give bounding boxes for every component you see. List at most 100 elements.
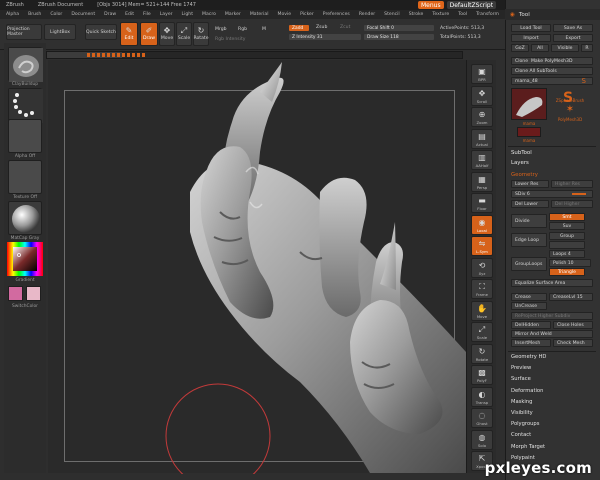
del-higher-button[interactable]: Del Higher (551, 200, 593, 208)
subpalette-preview[interactable]: Preview (511, 365, 595, 376)
layers-section[interactable]: Layers (511, 160, 529, 166)
edge-loop-option[interactable] (549, 241, 585, 249)
menu-edit[interactable]: Edit (125, 12, 134, 17)
lightbox-button[interactable]: LightBox (44, 24, 76, 40)
menu-material[interactable]: Material (250, 12, 269, 17)
menu-alpha[interactable]: Alpha (6, 12, 19, 17)
tool-thumb-hand[interactable] (511, 88, 547, 120)
floor-button[interactable]: ▬ Floor (471, 193, 493, 213)
mrgb-toggle[interactable]: Mrgb (215, 27, 227, 32)
subpalette-contact[interactable]: Contact (511, 432, 595, 443)
switchcolor-caption[interactable]: SwitchColor (4, 304, 46, 309)
zcut-toggle[interactable]: Zcut (340, 25, 350, 30)
secondary-color-swatch[interactable] (26, 286, 41, 301)
bpr-button[interactable]: ▣ BPR (471, 64, 493, 84)
tool-thumb-polymesh[interactable]: ✶ (556, 104, 584, 116)
import-button[interactable]: Import (511, 34, 551, 42)
subpalette-polygroups[interactable]: Polygroups (511, 421, 595, 432)
subtool-section[interactable]: SubTool (511, 150, 532, 156)
persp-button[interactable]: ▦ Persp (471, 171, 493, 192)
scale-button[interactable]: ⤢ Scale (471, 322, 493, 342)
scroll-button[interactable]: ✥ Scroll (471, 85, 493, 106)
clone-all-subtools-button[interactable]: Clone All SubTools (511, 67, 593, 75)
close-holes-button[interactable]: Close Holes (553, 321, 593, 329)
color-picker[interactable] (7, 242, 43, 276)
stroke-thumbnail[interactable] (8, 88, 43, 123)
subpalette-surface[interactable]: Surface (511, 376, 595, 387)
rgb-toggle[interactable]: Rgb (238, 27, 247, 32)
rgb-intensity-slider[interactable]: Rgb Intensity (215, 37, 245, 42)
menu-brush[interactable]: Brush (28, 12, 41, 17)
ghost-button[interactable]: ◌ Ghost (471, 408, 493, 428)
polish-slider[interactable]: Polish 10 (549, 259, 591, 267)
menu-texture[interactable]: Texture (432, 12, 449, 17)
current-tool-slider[interactable]: mama_48 S (511, 77, 593, 85)
material-thumbnail[interactable] (8, 201, 42, 235)
aahalf-button[interactable]: ▥ AAHalf (471, 150, 493, 170)
draw-size-slider[interactable]: Draw Size 118 (364, 34, 434, 40)
export-button[interactable]: Export (553, 34, 593, 42)
menu-light[interactable]: Light (182, 12, 193, 17)
alpha-thumbnail[interactable] (8, 119, 42, 153)
edge-loop-button[interactable]: Edge Loop (511, 233, 547, 247)
visible-button[interactable]: Visible (551, 44, 579, 52)
divide-button[interactable]: Divide (511, 214, 547, 228)
palette-pin-icon[interactable]: ◉ (510, 12, 515, 18)
higher-res-button[interactable]: Higher Res (551, 180, 593, 188)
delhidden-button[interactable]: DelHidden (511, 321, 551, 329)
creaselvl-slider[interactable]: CreaseLvl 15 (549, 293, 593, 301)
menu-picker[interactable]: Picker (300, 12, 314, 17)
equalize-surface-area-button[interactable]: Equalize Surface Area (511, 279, 593, 287)
menu-tool[interactable]: Tool (458, 12, 467, 17)
all-button[interactable]: All (531, 44, 549, 52)
menu-color[interactable]: Color (50, 12, 62, 17)
clone-button[interactable]: Clone (515, 59, 528, 64)
frame-button[interactable]: ⛶ Frame (471, 279, 493, 299)
zadd-toggle[interactable]: Zadd (289, 25, 309, 31)
grouploops-button[interactable]: GroupLoops (511, 257, 547, 271)
save-as-button[interactable]: Save As (553, 24, 593, 32)
subpalette-visibility[interactable]: Visibility (511, 410, 595, 421)
smt-toggle[interactable]: Smt (549, 213, 585, 221)
projection-master-button[interactable]: Projection Master (6, 24, 42, 40)
m-toggle[interactable]: M (262, 27, 266, 32)
menu-stencil[interactable]: Stencil (384, 12, 400, 17)
r-button[interactable]: R (581, 44, 593, 52)
texture-thumbnail[interactable] (8, 160, 42, 194)
move-button[interactable]: ✋ Move (471, 300, 493, 321)
default-zscript-button[interactable]: DefaultZScript (446, 1, 497, 9)
triangle-toggle[interactable]: Triangle (549, 268, 585, 276)
menus-button[interactable]: Menus (418, 1, 444, 9)
zsub-toggle[interactable]: Zsub (316, 25, 327, 30)
quick-sketch-button[interactable]: Quick Sketch (85, 24, 117, 40)
sdiv-slider[interactable]: SDiv 6 (511, 190, 593, 198)
move-button[interactable]: ✥ Move (159, 22, 175, 46)
lower-res-button[interactable]: Lower Res (511, 180, 549, 188)
brush-thumbnail[interactable] (8, 47, 43, 82)
subpalette-masking[interactable]: Masking (511, 399, 595, 410)
uncrease-button[interactable]: UnCrease (511, 302, 547, 310)
goz-button[interactable]: GoZ (511, 44, 529, 52)
menu-stroke[interactable]: Stroke (409, 12, 424, 17)
lsym-button[interactable]: ⇋ L.Sym (471, 236, 493, 256)
menu-layer[interactable]: Layer (160, 12, 173, 17)
actual-button[interactable]: ▤ Actual (471, 128, 493, 149)
rotate-button[interactable]: ↻ Rotate (193, 22, 209, 46)
menu-document[interactable]: Document (71, 12, 95, 17)
make-polymesh-button[interactable]: Make PolyMesh3D (531, 59, 573, 64)
menu-macro[interactable]: Macro (202, 12, 216, 17)
subpalette-geometry-hd[interactable]: Geometry HD (511, 354, 595, 365)
reproject-higher-subdiv-button[interactable]: ReProject Higher Subdiv (511, 312, 593, 320)
local-button[interactable]: ◉ Local (471, 214, 493, 235)
load-tool-button[interactable]: Load Tool (511, 24, 551, 32)
focal-shift-slider[interactable]: Focal Shift 0 (364, 25, 434, 31)
insertmesh-button[interactable]: InsertMesh (511, 339, 551, 347)
menu-draw[interactable]: Draw (104, 12, 116, 17)
menu-preferences[interactable]: Preferences (323, 12, 350, 17)
menu-movie[interactable]: Movie (277, 12, 291, 17)
edit-button[interactable]: ✎ Edit (120, 22, 138, 46)
xyz-button[interactable]: ⟲ Xyz (471, 257, 493, 278)
main-color-swatch[interactable] (8, 286, 23, 301)
menu-render[interactable]: Render (359, 12, 375, 17)
subpalette-deformation[interactable]: Deformation (511, 388, 595, 399)
